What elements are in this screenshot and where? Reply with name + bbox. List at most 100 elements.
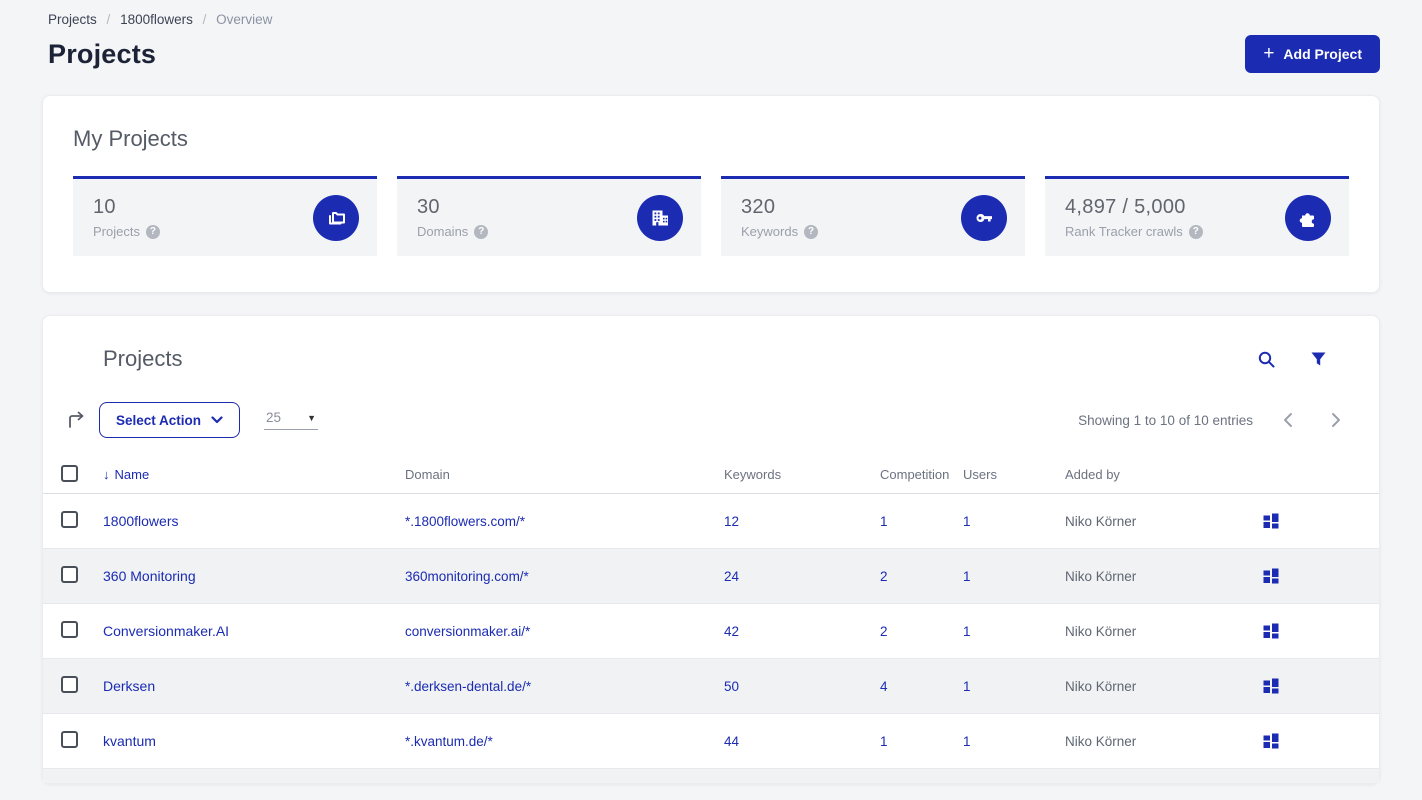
chevron-down-icon: [211, 416, 223, 424]
table-row: 1800flowers *.1800flowers.com/* 12 1 1 N…: [43, 494, 1379, 549]
keywords-count-link[interactable]: 42: [724, 624, 739, 639]
my-projects-card: My Projects 10 Projects ? 30 Domains ? 3…: [42, 95, 1380, 293]
column-header-added-by[interactable]: Added by: [1065, 467, 1263, 482]
stat-domains: 30 Domains ?: [397, 176, 701, 256]
showing-entries-text: Showing 1 to 10 of 10 entries: [1078, 412, 1253, 428]
competition-count-link[interactable]: 1: [880, 734, 888, 749]
competition-count-link[interactable]: 1: [880, 514, 888, 529]
next-page-icon[interactable]: [1323, 406, 1349, 434]
project-name-link[interactable]: Derksen: [103, 678, 155, 694]
breadcrumb-project[interactable]: 1800flowers: [120, 12, 193, 27]
previous-page-icon[interactable]: [1275, 406, 1301, 434]
page-title: Projects: [48, 38, 157, 69]
folders-icon: [313, 194, 359, 241]
stat-crawls: 4,897 / 5,000 Rank Tracker crawls ?: [1045, 176, 1349, 256]
added-by-text: Niko Körner: [1065, 568, 1137, 584]
add-project-button[interactable]: + Add Project: [1245, 35, 1380, 73]
help-icon[interactable]: ?: [474, 224, 489, 239]
keywords-count-link[interactable]: 24: [724, 569, 739, 584]
search-icon[interactable]: [1257, 350, 1276, 369]
sort-descending-icon: ↓: [103, 467, 110, 482]
added-by-text: Niko Körner: [1065, 623, 1137, 639]
stat-projects-value: 10: [93, 196, 116, 218]
column-header-users[interactable]: Users: [963, 467, 1065, 482]
table-header-row: ↓ Name Domain Keywords Competition Users…: [43, 456, 1379, 494]
column-header-domain[interactable]: Domain: [405, 467, 724, 482]
page-header: Projects + Add Project: [42, 35, 1380, 73]
dashboard-icon[interactable]: [1263, 513, 1279, 529]
users-count-link[interactable]: 1: [963, 679, 971, 694]
partial-next-row: [43, 769, 1379, 783]
select-all-checkbox[interactable]: [61, 464, 78, 482]
filter-icon[interactable]: [1310, 351, 1327, 368]
projects-table-title: Projects: [103, 346, 183, 371]
users-count-link[interactable]: 1: [963, 734, 971, 749]
page-size-select[interactable]: 25 ▼: [264, 410, 319, 430]
plus-icon: +: [1263, 42, 1275, 64]
keywords-count-link[interactable]: 12: [724, 514, 739, 529]
help-icon[interactable]: ?: [1188, 224, 1203, 239]
stat-keywords: 320 Keywords ?: [721, 176, 1025, 256]
breadcrumb-projects[interactable]: Projects: [48, 12, 97, 27]
select-action-dropdown[interactable]: Select Action: [99, 402, 241, 438]
users-count-link[interactable]: 1: [963, 514, 971, 529]
project-name-link[interactable]: kvantum: [103, 733, 156, 749]
project-domain-link[interactable]: *.1800flowers.com/*: [405, 514, 525, 529]
project-domain-link[interactable]: *.derksen-dental.de/*: [405, 679, 531, 694]
dashboard-icon[interactable]: [1263, 568, 1279, 584]
stat-crawls-label: Rank Tracker crawls: [1065, 224, 1183, 239]
dashboard-icon[interactable]: [1263, 678, 1279, 694]
stat-domains-label: Domains: [417, 224, 469, 239]
stat-domains-value: 30: [417, 196, 440, 218]
stat-projects-label: Projects: [93, 224, 140, 239]
row-checkbox[interactable]: [61, 731, 78, 748]
competition-count-link[interactable]: 2: [880, 624, 888, 639]
competition-count-link[interactable]: 2: [880, 569, 888, 584]
keywords-count-link[interactable]: 44: [724, 734, 739, 749]
table-toolbar: Select Action 25 ▼ Showing 1 to 10 of 10…: [43, 402, 1379, 438]
export-icon[interactable]: [65, 409, 87, 431]
users-count-link[interactable]: 1: [963, 569, 971, 584]
table-row: 360 Monitoring 360monitoring.com/* 24 2 …: [43, 549, 1379, 604]
help-icon[interactable]: ?: [804, 224, 819, 239]
stat-keywords-label: Keywords: [741, 224, 799, 239]
project-domain-link[interactable]: 360monitoring.com/*: [405, 569, 529, 584]
projects-table-card: Projects Select Action 25 ▼ Showing 1 to…: [42, 315, 1380, 784]
key-icon: [961, 194, 1007, 241]
competition-count-link[interactable]: 4: [880, 679, 888, 694]
project-domain-link[interactable]: conversionmaker.ai/*: [405, 624, 530, 639]
dashboard-icon[interactable]: [1263, 733, 1279, 749]
column-header-name[interactable]: ↓ Name: [103, 467, 405, 482]
table-row: Derksen *.derksen-dental.de/* 50 4 1 Nik…: [43, 659, 1379, 714]
added-by-text: Niko Körner: [1065, 678, 1137, 694]
project-name-link[interactable]: 1800flowers: [103, 513, 179, 529]
select-action-label: Select Action: [116, 412, 202, 428]
project-name-link[interactable]: 360 Monitoring: [103, 568, 196, 584]
row-checkbox[interactable]: [61, 511, 78, 528]
breadcrumb-current: Overview: [216, 12, 273, 27]
keywords-count-link[interactable]: 50: [724, 679, 739, 694]
stat-keywords-value: 320: [741, 196, 776, 218]
row-checkbox[interactable]: [61, 621, 78, 638]
breadcrumb-separator: /: [202, 12, 207, 27]
breadcrumb: Projects / 1800flowers / Overview: [42, 12, 1380, 27]
building-icon: [637, 194, 683, 241]
row-checkbox[interactable]: [61, 676, 78, 693]
page-size-value: 25: [266, 410, 282, 425]
column-header-competition[interactable]: Competition: [880, 467, 963, 482]
help-icon[interactable]: ?: [145, 224, 160, 239]
puzzle-icon: [1285, 194, 1331, 241]
table-row: kvantum *.kvantum.de/* 44 1 1 Niko Körne…: [43, 714, 1379, 769]
page: Projects / 1800flowers / Overview Projec…: [0, 0, 1422, 784]
stat-crawls-value: 4,897 / 5,000: [1065, 196, 1186, 218]
project-domain-link[interactable]: *.kvantum.de/*: [405, 734, 493, 749]
dashboard-icon[interactable]: [1263, 623, 1279, 639]
added-by-text: Niko Körner: [1065, 733, 1137, 749]
column-header-keywords[interactable]: Keywords: [724, 467, 880, 482]
my-projects-title: My Projects: [73, 126, 188, 151]
table-body: 1800flowers *.1800flowers.com/* 12 1 1 N…: [43, 494, 1379, 769]
project-name-link[interactable]: Conversionmaker.AI: [103, 623, 229, 639]
add-project-label: Add Project: [1283, 46, 1362, 62]
users-count-link[interactable]: 1: [963, 624, 971, 639]
row-checkbox[interactable]: [61, 566, 78, 583]
